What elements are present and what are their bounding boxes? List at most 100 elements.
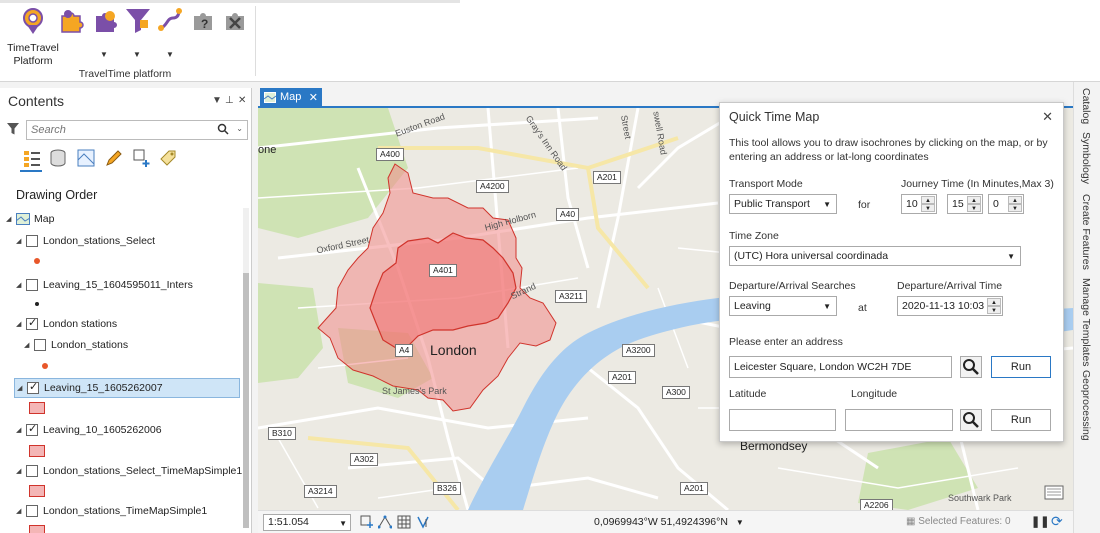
list-by-editing-icon[interactable]: [76, 148, 96, 168]
chevron-down-icon[interactable]: ▼: [823, 196, 831, 214]
refresh-icon[interactable]: ⟳: [1051, 513, 1063, 530]
filter-funnel-icon[interactable]: [124, 6, 152, 34]
coordinate-readout[interactable]: 0,0969943°W 51,4924396°N ▼: [594, 516, 744, 528]
stepper-down-icon[interactable]: ▼: [967, 204, 981, 212]
collapse-icon[interactable]: ◢: [16, 237, 26, 245]
list-by-snapping-icon[interactable]: [132, 148, 152, 168]
search-icon[interactable]: [217, 123, 229, 138]
chevron-down-icon[interactable]: ▼: [736, 518, 744, 527]
route-dropdown[interactable]: ▼: [166, 50, 174, 59]
contents-search-input[interactable]: [27, 121, 207, 139]
puzzle-icon[interactable]: [58, 6, 86, 34]
searches-select[interactable]: Leaving ▼: [729, 296, 837, 316]
pause-drawing-icon[interactable]: ❚❚: [1031, 515, 1049, 528]
toc-layer-london-stations-select[interactable]: ◢ London_stations_Select: [16, 233, 155, 249]
timetravel-platform-button[interactable]: TimeTravel Platform: [6, 6, 60, 68]
longitude-input[interactable]: [845, 409, 953, 431]
departure-time-stepper[interactable]: 2020-11-13 10:03 ▲ ▼: [897, 296, 1003, 316]
close-icon[interactable]: ✕: [309, 91, 318, 104]
collapse-icon[interactable]: ◢: [24, 341, 34, 349]
selected-features-status[interactable]: ▦ Selected Features: 0: [906, 516, 1011, 527]
collapse-icon[interactable]: ◢: [16, 426, 26, 434]
close-pane-icon[interactable]: ✕: [238, 95, 246, 106]
toc-layer-london-stations-group[interactable]: ◢ London stations: [16, 316, 117, 332]
route-icon[interactable]: [156, 6, 184, 34]
run-address-button[interactable]: Run: [991, 356, 1051, 378]
toc-layer-london-stations[interactable]: ◢ London_stations: [24, 337, 128, 353]
stepper-up-icon[interactable]: ▲: [967, 196, 981, 204]
puzzle-star-dropdown[interactable]: ▼: [100, 50, 108, 59]
help-puzzle-icon[interactable]: ?: [190, 6, 218, 34]
layer-visibility-checkbox[interactable]: [26, 465, 38, 477]
time-zone-label: Time Zone: [729, 230, 779, 242]
snapping-icon[interactable]: [378, 515, 392, 529]
correction-icon[interactable]: [416, 515, 430, 529]
contents-search[interactable]: ⌄: [26, 120, 248, 140]
layer-visibility-checkbox[interactable]: [26, 279, 38, 291]
collapse-icon[interactable]: ◢: [16, 281, 26, 289]
tab-geoprocessing[interactable]: Geoprocessing: [1080, 370, 1092, 441]
list-by-drawing-order-icon[interactable]: [22, 148, 42, 168]
close-icon[interactable]: ✕: [1042, 109, 1053, 125]
list-by-labeling-icon[interactable]: [158, 148, 178, 168]
stepper-up-icon[interactable]: ▲: [1008, 196, 1022, 204]
tab-manage-templates[interactable]: Manage Templates: [1080, 278, 1092, 367]
collapse-icon[interactable]: ◢: [16, 320, 26, 328]
list-by-source-icon[interactable]: [48, 148, 68, 168]
search-options-icon[interactable]: ⌄: [236, 124, 243, 133]
journey-minutes-stepper[interactable]: 15 ▲ ▼: [947, 194, 983, 214]
toc-layer-leaving-15-inters[interactable]: ◢ Leaving_15_1604595011_Inters: [16, 277, 193, 293]
address-search-button[interactable]: [960, 356, 982, 378]
latitude-input[interactable]: [729, 409, 836, 431]
navigator-icon[interactable]: [360, 515, 374, 529]
chevron-down-icon[interactable]: ▼: [339, 516, 347, 531]
time-zone-select[interactable]: (UTC) Hora universal coordinada ▼: [729, 246, 1021, 266]
toc-layer-stations-select-timemap[interactable]: ◢ London_stations_Select_TimeMapSimple1: [16, 463, 242, 479]
toc-layer-leaving-15[interactable]: ◢ Leaving_15_1605262007: [14, 378, 240, 398]
layer-visibility-checkbox[interactable]: [26, 316, 38, 330]
transport-mode-select[interactable]: Public Transport ▼: [729, 194, 837, 214]
tools-puzzle-icon[interactable]: [222, 6, 250, 34]
toc-layer-map[interactable]: ◢ Map: [6, 211, 54, 227]
scrollbar-thumb[interactable]: [243, 273, 249, 528]
toc-layer-leaving-10[interactable]: ◢ Leaving_10_1605262006: [16, 422, 162, 438]
stepper-down-icon[interactable]: ▼: [921, 204, 935, 212]
stepper-up-icon[interactable]: ▲: [921, 196, 935, 204]
filter-dropdown[interactable]: ▼: [133, 50, 141, 59]
pin-icon[interactable]: ⊥: [225, 95, 234, 106]
tab-symbology[interactable]: Symbology: [1080, 132, 1092, 184]
collapse-icon[interactable]: ◢: [17, 384, 27, 392]
collapse-icon[interactable]: ◢: [16, 467, 26, 475]
puzzle-star-icon[interactable]: [92, 6, 120, 34]
stepper-up-icon[interactable]: ▲: [987, 298, 1001, 306]
filter-icon[interactable]: [7, 123, 19, 135]
pencil-icon[interactable]: [104, 148, 124, 168]
tab-create-features[interactable]: Create Features: [1080, 194, 1092, 270]
chevron-down-icon[interactable]: ▼: [1007, 248, 1015, 266]
stepper-down-icon[interactable]: ▼: [987, 306, 1001, 314]
address-input[interactable]: Leicester Square, London WC2H 7DE: [729, 356, 952, 378]
layer-visibility-checkbox[interactable]: [34, 339, 46, 351]
scale-selector[interactable]: 1:51.054 ▼: [263, 514, 351, 531]
layer-visibility-checkbox[interactable]: [26, 422, 38, 436]
tab-catalog[interactable]: Catalog: [1080, 88, 1092, 124]
tab-map[interactable]: Map ✕: [260, 88, 322, 106]
collapse-icon[interactable]: ◢: [6, 215, 16, 223]
layer-visibility-checkbox[interactable]: [26, 505, 38, 517]
basemap-gallery-icon[interactable]: [1044, 483, 1064, 501]
journey-hours-stepper[interactable]: 10 ▲ ▼: [901, 194, 937, 214]
journey-seconds-stepper[interactable]: 0 ▲ ▼: [988, 194, 1024, 214]
layer-visibility-checkbox[interactable]: [26, 235, 38, 247]
collapse-icon[interactable]: ◢: [16, 507, 26, 515]
contents-scrollbar[interactable]: [243, 208, 249, 528]
layer-visibility-checkbox[interactable]: [27, 380, 39, 394]
chevron-down-icon[interactable]: ▼: [823, 298, 831, 316]
pane-options-icon[interactable]: ▼: [212, 95, 222, 106]
toc-layer-stations-timemap[interactable]: ◢ London_stations_TimeMapSimple1: [16, 503, 207, 519]
run-coordinates-button[interactable]: Run: [991, 409, 1051, 431]
polygon-symbol: [29, 485, 45, 497]
stepper-down-icon[interactable]: ▼: [1008, 204, 1022, 212]
coordinate-search-button[interactable]: [960, 409, 982, 431]
active-view-indicator: [20, 170, 42, 172]
grid-icon[interactable]: [397, 515, 411, 529]
